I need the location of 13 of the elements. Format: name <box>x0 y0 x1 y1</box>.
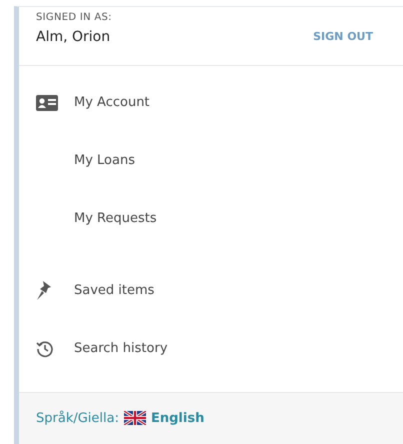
signed-in-label: SIGNED IN AS: <box>36 12 112 23</box>
menu-item[interactable]: Saved items <box>19 276 403 306</box>
history-icon <box>36 340 54 358</box>
user-name: Alm, Orion <box>36 29 112 45</box>
flag-icon <box>124 411 146 426</box>
id-card-icon <box>36 94 58 111</box>
menu-item[interactable]: My Loans <box>19 146 403 176</box>
pushpin-icon <box>36 280 52 301</box>
menu-item[interactable]: My Account <box>19 88 403 118</box>
menu-item[interactable]: Search history <box>19 334 403 364</box>
language-label: Språk/Giella: <box>36 410 119 426</box>
menu-item[interactable]: My Requests <box>19 204 403 234</box>
language-link[interactable]: English <box>150 410 204 426</box>
